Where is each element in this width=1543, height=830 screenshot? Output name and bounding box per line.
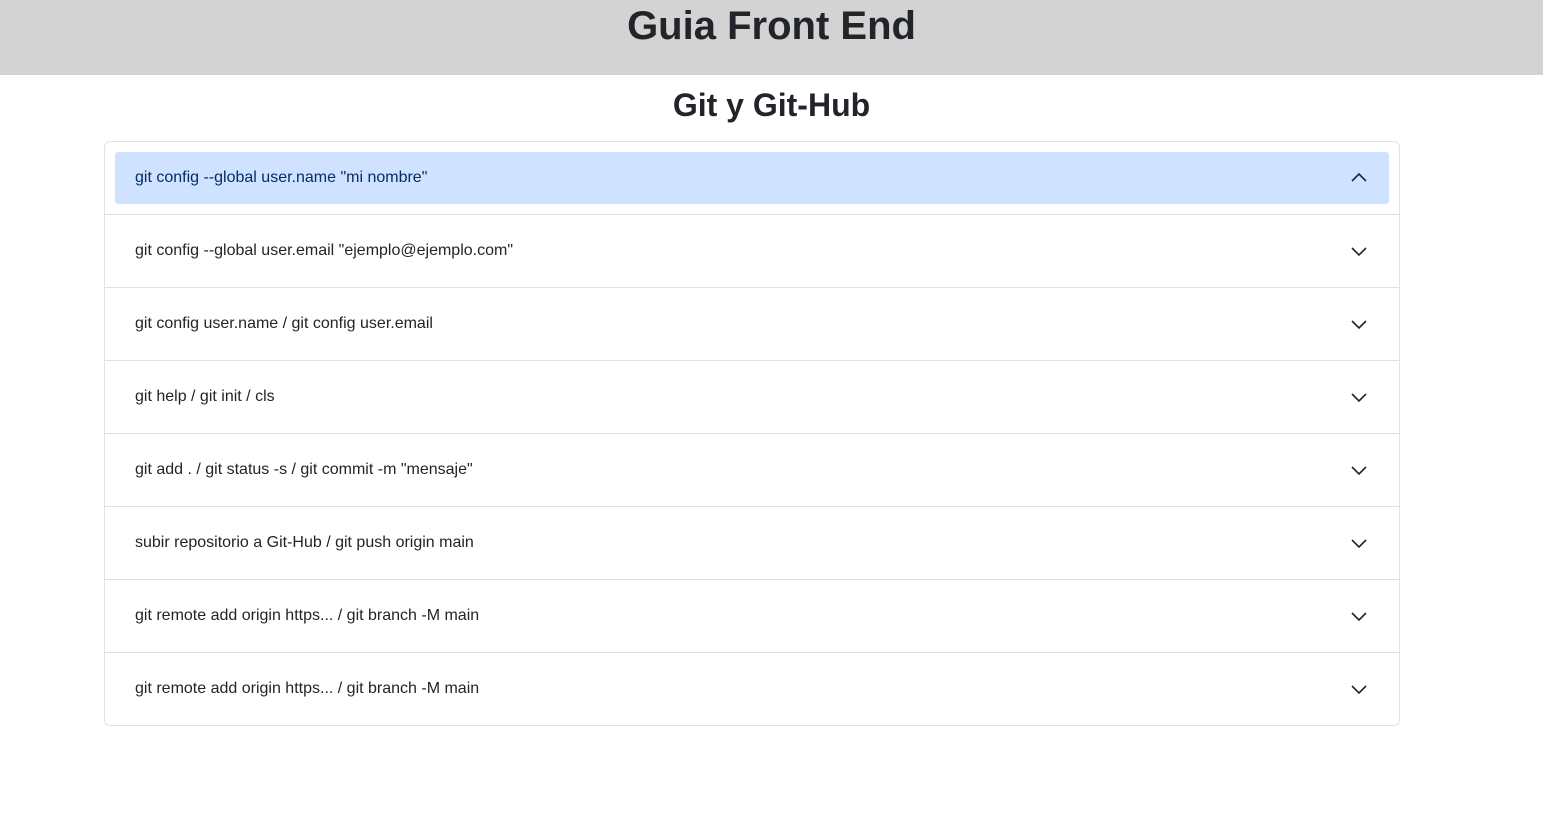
- accordion-toggle-button[interactable]: git config --global user.email "ejemplo@…: [105, 215, 1399, 287]
- chevron-down-icon: [1349, 314, 1369, 334]
- chevron-down-icon: [1349, 460, 1369, 480]
- accordion-item: git config user.name / git config user.e…: [105, 287, 1399, 360]
- accordion-item: git remote add origin https... / git bra…: [105, 579, 1399, 652]
- accordion-toggle-button[interactable]: git config --global user.name "mi nombre…: [115, 152, 1389, 204]
- accordion-toggle-button[interactable]: git help / git init / cls: [105, 361, 1399, 433]
- chevron-down-icon: [1349, 679, 1369, 699]
- chevron-down-icon: [1349, 241, 1369, 261]
- accordion-item-label: git help / git init / cls: [135, 388, 275, 405]
- accordion-item: git remote add origin https... / git bra…: [105, 652, 1399, 725]
- accordion-item-label: git config --global user.email "ejemplo@…: [135, 242, 513, 259]
- accordion-item: git help / git init / cls: [105, 360, 1399, 433]
- chevron-down-icon: [1349, 606, 1369, 626]
- chevron-down-icon: [1349, 533, 1369, 553]
- accordion-item: git config --global user.name "mi nombre…: [105, 142, 1399, 214]
- accordion-item-label: git add . / git status -s / git commit -…: [135, 461, 473, 478]
- accordion-item-label: git config --global user.name "mi nombre…: [135, 169, 428, 186]
- accordion: git config --global user.name "mi nombre…: [104, 141, 1400, 726]
- accordion-toggle-button[interactable]: git config user.name / git config user.e…: [105, 288, 1399, 360]
- accordion-toggle-button[interactable]: subir repositorio a Git-Hub / git push o…: [105, 507, 1399, 579]
- accordion-toggle-button[interactable]: git remote add origin https... / git bra…: [105, 653, 1399, 725]
- site-title: Guia Front End: [627, 4, 916, 48]
- accordion-item: git add . / git status -s / git commit -…: [105, 433, 1399, 506]
- chevron-up-icon: [1349, 168, 1369, 188]
- accordion-item: subir repositorio a Git-Hub / git push o…: [105, 506, 1399, 579]
- accordion-toggle-button[interactable]: git add . / git status -s / git commit -…: [105, 434, 1399, 506]
- chevron-down-icon: [1349, 387, 1369, 407]
- accordion-item-label: git config user.name / git config user.e…: [135, 315, 433, 332]
- section-title: Git y Git-Hub: [672, 87, 871, 123]
- top-header: Guia Front End: [0, 0, 1543, 75]
- accordion-item-label: subir repositorio a Git-Hub / git push o…: [135, 534, 474, 551]
- accordion-item-label: git remote add origin https... / git bra…: [135, 607, 480, 624]
- accordion-item: git config --global user.email "ejemplo@…: [105, 214, 1399, 287]
- accordion-item-label: git remote add origin https... / git bra…: [135, 680, 480, 697]
- accordion-toggle-button[interactable]: git remote add origin https... / git bra…: [105, 580, 1399, 652]
